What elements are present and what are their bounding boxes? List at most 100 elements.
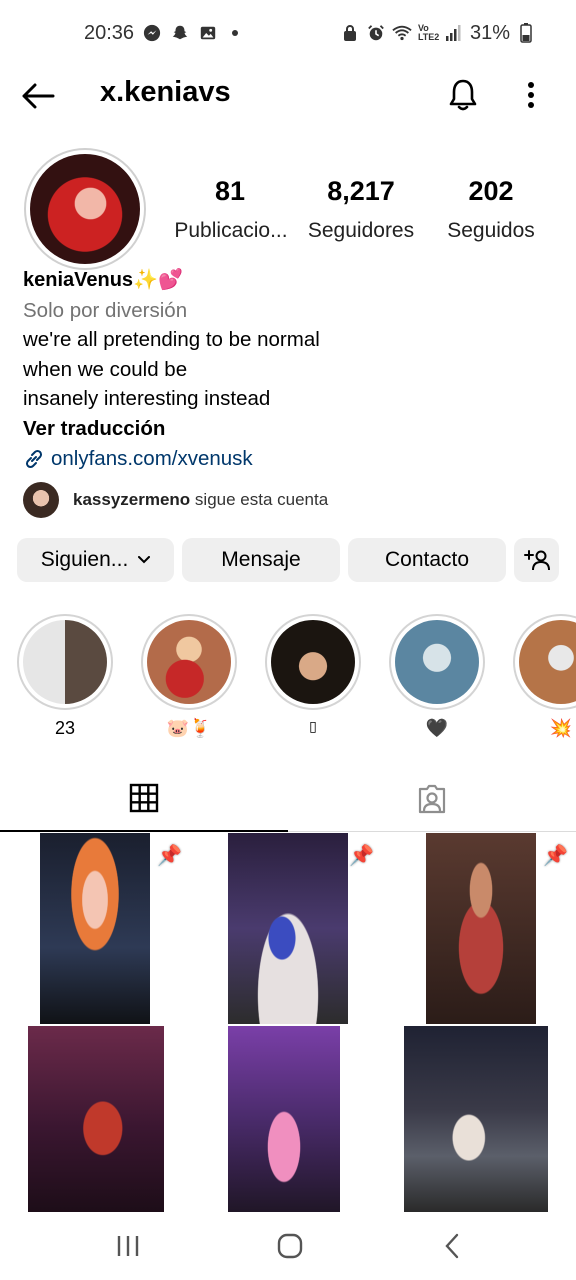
more-options-button[interactable] — [516, 76, 546, 114]
posts-label: Publicacio... — [174, 219, 288, 242]
grid-post[interactable]: 📌 — [192, 833, 382, 1024]
stat-following[interactable]: 202 — [440, 176, 542, 207]
message-button[interactable]: Mensaje — [182, 538, 340, 582]
story-highlight[interactable]: 💥 — [512, 614, 576, 742]
profile-link[interactable]: onlyfans.com/xvenusk — [23, 444, 553, 474]
wifi-icon — [392, 23, 412, 43]
profile-category: Solo por diversión — [23, 298, 188, 322]
story-highlight[interactable]: 🖤 — [388, 614, 486, 742]
see-translation-link[interactable]: Ver traducción — [23, 414, 553, 444]
post-image — [28, 1026, 164, 1212]
back-button[interactable] — [20, 78, 56, 114]
follower-username: kassyzermeno — [73, 490, 191, 509]
carousel-icon — [550, 1036, 568, 1054]
messenger-icon — [142, 23, 162, 43]
signal-icon — [444, 23, 464, 43]
followed-by-text: sigue esta cuenta — [194, 490, 329, 509]
pin-icon: 📌 — [157, 845, 182, 867]
post-image — [404, 1026, 548, 1212]
profile-link-text: onlyfans.com/xvenusk — [51, 447, 253, 470]
bell-icon — [449, 79, 477, 111]
network-label: Vo LTE2 — [417, 23, 440, 42]
grid-post[interactable] — [0, 1026, 190, 1212]
stat-followers[interactable]: 8,217 — [302, 176, 420, 207]
highlight-label: 🐷🍹 — [166, 718, 212, 738]
post-image — [426, 833, 536, 1024]
post-image — [40, 833, 150, 1024]
suggested-users-button[interactable] — [514, 538, 559, 582]
followers-count: 8,217 — [327, 176, 395, 206]
battery-icon — [516, 23, 536, 43]
stat-following-label-wrap: Seguidos — [440, 213, 542, 243]
profile-bio: keniaVenus✨💕 Solo por diversión we're al… — [23, 266, 553, 474]
battery-percent: 31% — [469, 21, 510, 44]
story-highlight[interactable]: 🐷🍹 — [140, 614, 238, 742]
link-icon — [25, 449, 43, 468]
follower-avatar — [23, 482, 59, 518]
profile-username: x.keniavs — [100, 76, 231, 108]
contact-button[interactable]: Contacto — [348, 538, 506, 582]
pin-icon: 📌 — [543, 845, 568, 867]
status-time: 20:36 — [84, 21, 135, 44]
followed-by-row[interactable]: kassyzermeno sigue esta cuenta — [23, 482, 328, 518]
status-bar: 20:36 Vo LTE2 31% — [0, 0, 576, 66]
alarm-icon — [366, 23, 386, 43]
bio-line: we're all pretending to be normal — [23, 328, 320, 351]
followers-label: Seguidores — [307, 219, 415, 242]
highlight-cover — [395, 620, 479, 704]
posts-count: 81 — [214, 176, 246, 206]
story-highlight[interactable]: 23 — [16, 614, 114, 742]
carousel-icon — [164, 1036, 182, 1054]
tab-posts-grid[interactable] — [0, 766, 288, 832]
app-header: x.keniavs — [0, 66, 576, 124]
recents-icon — [117, 1236, 139, 1256]
following-label: Seguidos — [447, 219, 535, 242]
bio-line: insanely interesting instead — [23, 387, 271, 410]
post-image — [228, 833, 348, 1024]
highlight-cover — [23, 620, 107, 704]
following-button[interactable]: Siguien... — [17, 538, 174, 582]
tagged-person-icon — [418, 784, 446, 814]
highlight-cover — [271, 620, 355, 704]
kebab-menu-icon — [528, 82, 534, 108]
highlight-label: 23 — [54, 718, 76, 738]
following-count: 202 — [468, 176, 514, 206]
home-button[interactable] — [270, 1230, 310, 1262]
post-image — [228, 1026, 340, 1212]
arrow-left-icon — [22, 83, 55, 109]
highlight-cover — [147, 620, 231, 704]
contact-button-label: Contacto — [384, 548, 470, 571]
recents-button[interactable] — [108, 1230, 148, 1262]
avatar-image — [30, 154, 140, 264]
snapchat-icon — [170, 23, 190, 43]
highlight-label: ▯ — [309, 718, 317, 734]
lock-icon — [340, 23, 360, 43]
highlight-cover — [519, 620, 576, 704]
grid-post[interactable]: 📌 — [384, 833, 576, 1024]
message-button-label: Mensaje — [221, 548, 301, 571]
home-icon — [277, 1233, 303, 1259]
stat-posts[interactable]: 81 — [196, 176, 264, 207]
following-button-label: Siguien... — [40, 548, 129, 571]
highlight-label: 💥 — [549, 718, 573, 738]
story-highlight[interactable]: ▯ — [264, 614, 362, 742]
grid-post[interactable] — [192, 1026, 382, 1212]
highlight-label: 🖤 — [425, 718, 449, 738]
display-name: keniaVenus✨💕 — [23, 269, 183, 291]
bio-line: when we could be — [23, 357, 188, 381]
system-navigation-bar — [0, 1212, 576, 1280]
tab-tagged[interactable] — [288, 766, 576, 832]
pin-icon: 📌 — [349, 845, 374, 867]
notifications-button[interactable] — [444, 76, 482, 114]
grid-post[interactable]: 📌 — [0, 833, 190, 1024]
stat-posts-label-wrap: Publicacio... — [170, 213, 292, 243]
grid-post[interactable] — [384, 1026, 576, 1212]
profile-avatar[interactable] — [24, 148, 146, 270]
gallery-icon — [198, 23, 218, 43]
system-back-button[interactable] — [432, 1230, 472, 1262]
stat-followers-label-wrap: Seguidores — [302, 213, 420, 243]
carousel-icon — [356, 1036, 374, 1054]
chevron-down-icon — [138, 556, 151, 564]
grid-icon — [129, 783, 159, 813]
profile-tabs — [0, 766, 576, 832]
